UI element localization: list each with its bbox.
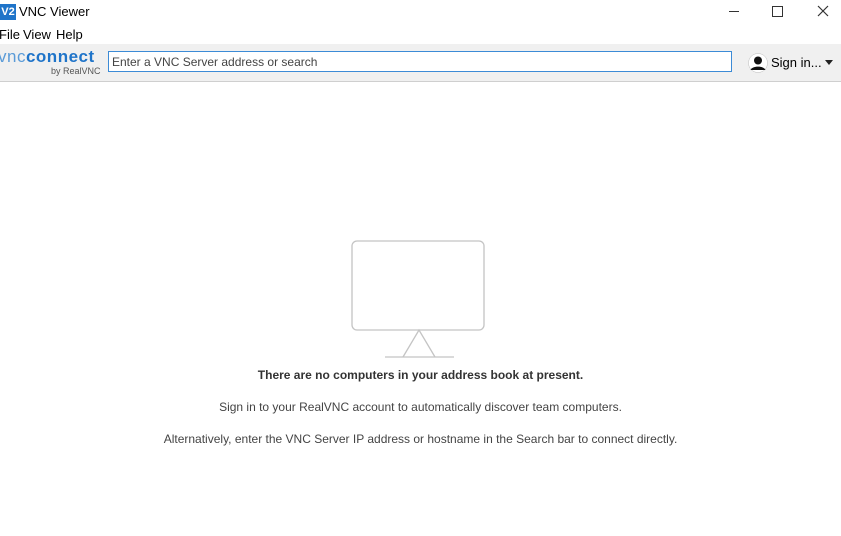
minimize-button[interactable] <box>710 0 756 24</box>
menu-view[interactable]: View <box>23 26 51 44</box>
empty-state-title: There are no computers in your address b… <box>257 368 584 382</box>
menu-file[interactable]: File <box>0 26 20 44</box>
chevron-down-icon[interactable] <box>825 60 833 65</box>
menu-help[interactable]: Help <box>56 26 83 44</box>
close-icon <box>817 5 829 17</box>
sign-in-button[interactable]: Sign in... <box>748 52 838 74</box>
user-icon <box>748 53 768 73</box>
vnc-connect-logo: vncconnect by RealVNC <box>0 48 104 78</box>
window-title: VNC Viewer <box>19 4 90 19</box>
logo-byline: by RealVNC <box>51 66 101 76</box>
menu-bar: File View Help <box>0 26 841 44</box>
sign-in-label: Sign in... <box>771 55 822 70</box>
logo-vnc-text: vnc <box>0 47 26 66</box>
title-bar: V2 VNC Viewer <box>0 0 841 24</box>
monitor-icon <box>351 240 485 358</box>
search-input[interactable] <box>108 51 732 72</box>
maximize-button[interactable] <box>754 0 800 24</box>
empty-state-search-hint: Alternatively, enter the VNC Server IP a… <box>163 432 678 446</box>
logo-connect-text: connect <box>25 47 95 66</box>
logo-wordmark: vncconnect <box>0 48 95 66</box>
vnc-app-icon: V2 <box>0 4 16 20</box>
close-button[interactable] <box>800 0 841 24</box>
empty-state-signin-hint: Sign in to your RealVNC account to autom… <box>219 400 622 414</box>
toolbar: vncconnect by RealVNC Sign in... <box>0 44 841 82</box>
